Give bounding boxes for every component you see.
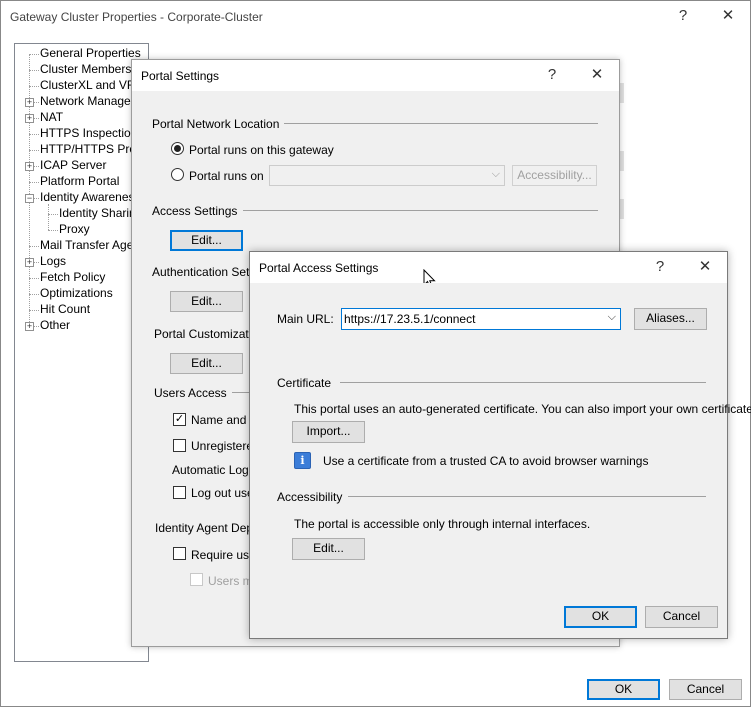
portal-settings-title: Portal Settings <box>141 69 220 83</box>
chevron-down-icon[interactable]: ⌵ <box>608 311 616 324</box>
main-ok-button[interactable]: OK <box>587 679 660 700</box>
tree-branch-line <box>29 278 39 279</box>
import-button[interactable]: Import... <box>292 421 365 443</box>
tree-branch-line <box>29 294 39 295</box>
accessibility-description: The portal is accessible only through in… <box>294 517 591 531</box>
info-text: Use a certificate from a trusted CA to a… <box>323 454 649 468</box>
tree-branch-line <box>29 310 39 311</box>
tree-collapse-icon[interactable]: − <box>25 194 34 203</box>
portal-access-window: Portal Access Settings ? ✕ Main URL: htt… <box>249 251 751 639</box>
main-url-label: Main URL: <box>277 312 334 326</box>
behind-panel-edge <box>620 83 624 103</box>
tree-branch-line <box>29 70 39 71</box>
tree-item[interactable]: Identity Awareness <box>40 190 141 204</box>
users-may-checkbox[interactable] <box>190 573 203 586</box>
tree-branch-line <box>29 86 39 87</box>
tree-item[interactable]: HTTP/HTTPS Prox <box>40 142 142 156</box>
info-icon: i <box>294 452 311 469</box>
tree-item[interactable]: Logs <box>40 254 66 268</box>
tree-branch-line <box>29 54 39 55</box>
tree-item[interactable]: Fetch Policy <box>40 270 105 284</box>
tree-item[interactable]: ClusterXL and VRR <box>40 78 144 92</box>
portal-settings-close-button[interactable]: ✕ <box>588 67 606 82</box>
main-cancel-button[interactable]: Cancel <box>669 679 742 700</box>
certificate-description: This portal uses an auto-generated certi… <box>294 402 751 416</box>
tree-child-line <box>48 204 49 230</box>
main-help-button[interactable]: ? <box>674 8 692 23</box>
tree-expand-icon[interactable]: + <box>25 98 34 107</box>
main-url-input[interactable]: https://17.23.5.1/connect <box>344 312 475 326</box>
authentication-label: Authentication Settin <box>152 265 263 279</box>
tree-branch-line <box>48 230 58 231</box>
tree-branch-line <box>29 182 39 183</box>
main-window-title: Gateway Cluster Properties - Corporate-C… <box>10 10 263 24</box>
network-location-separator <box>284 123 598 124</box>
tree-item[interactable]: Cluster Members <box>40 62 131 76</box>
network-location-label: Portal Network Location <box>152 117 280 131</box>
tree-branch-line <box>29 150 39 151</box>
portal-access-help-button[interactable]: ? <box>651 259 669 274</box>
behind-panel-edge <box>620 199 624 219</box>
tree-expand-icon[interactable]: + <box>25 258 34 267</box>
accessibility-separator <box>348 496 706 497</box>
tree-branch-line <box>29 246 39 247</box>
name-and-password-checkbox[interactable]: ✓ <box>173 413 186 426</box>
access-settings-separator <box>243 210 598 211</box>
certificate-label: Certificate <box>277 376 332 390</box>
tree-expand-icon[interactable]: + <box>25 322 34 331</box>
accessibility-edit-button[interactable]: Edit... <box>292 538 365 560</box>
main-close-button[interactable]: ✕ <box>719 8 737 23</box>
radio-portal-on-gateway[interactable] <box>171 142 184 155</box>
access-settings-label: Access Settings <box>152 204 238 218</box>
tree-item[interactable]: Hit Count <box>40 302 90 316</box>
log-out-user-label: Log out user <box>191 486 258 500</box>
radio-portal-runs-on-label: Portal runs on <box>189 169 264 183</box>
tree-trunk-line <box>29 54 30 326</box>
category-tree: General Properties Cluster Members Cluster… <box>14 43 149 662</box>
tree-branch-line <box>48 214 58 215</box>
radio-portal-runs-on[interactable] <box>171 168 184 181</box>
portal-access-cancel-button[interactable]: Cancel <box>645 606 718 628</box>
portal-settings-help-button[interactable]: ? <box>543 67 561 82</box>
tree-item[interactable]: ICAP Server <box>40 158 106 172</box>
tree-item[interactable]: General Properties <box>40 46 141 60</box>
tree-item[interactable]: Platform Portal <box>40 174 119 188</box>
name-and-password-label: Name and p <box>191 413 257 427</box>
tree-expand-icon[interactable]: + <box>25 114 34 123</box>
portal-access-ok-button[interactable]: OK <box>564 606 637 628</box>
unregistered-checkbox[interactable] <box>173 439 186 452</box>
portal-access-close-button[interactable]: ✕ <box>696 259 714 274</box>
tree-item[interactable]: Other <box>40 318 70 332</box>
portal-interface-select[interactable]: ⌵ <box>269 165 505 186</box>
behind-panel-edge <box>620 151 624 171</box>
tree-branch-line <box>29 134 39 135</box>
portal-access-title: Portal Access Settings <box>259 261 379 275</box>
access-edit-button[interactable]: Edit... <box>170 230 243 251</box>
tree-item[interactable]: HTTPS Inspection <box>40 126 137 140</box>
log-out-user-checkbox[interactable] <box>173 486 186 499</box>
tree-item[interactable]: Mail Transfer Agent <box>40 238 143 252</box>
identity-agent-label: Identity Agent Deplo <box>155 521 263 535</box>
chevron-down-icon: ⌵ <box>491 168 500 180</box>
customization-edit-button[interactable]: Edit... <box>170 353 243 374</box>
require-user-checkbox[interactable] <box>173 547 186 560</box>
tree-expand-icon[interactable]: + <box>25 162 34 171</box>
users-access-separator <box>232 392 250 393</box>
accessibility-section-label: Accessibility <box>277 490 343 504</box>
tree-item[interactable]: Proxy <box>59 222 90 236</box>
main-url-combobox[interactable]: https://17.23.5.1/connect ⌵ <box>341 308 621 330</box>
authentication-edit-button[interactable]: Edit... <box>170 291 243 312</box>
radio-portal-on-gateway-label: Portal runs on this gateway <box>189 143 334 157</box>
tree-item[interactable]: Optimizations <box>40 286 113 300</box>
certificate-separator <box>340 382 706 383</box>
users-access-label: Users Access <box>154 386 227 400</box>
accessibility-button[interactable]: Accessibility... <box>512 165 597 186</box>
tree-item[interactable]: Identity Sharing <box>59 206 142 220</box>
aliases-button[interactable]: Aliases... <box>634 308 707 330</box>
tree-item[interactable]: NAT <box>40 110 63 124</box>
